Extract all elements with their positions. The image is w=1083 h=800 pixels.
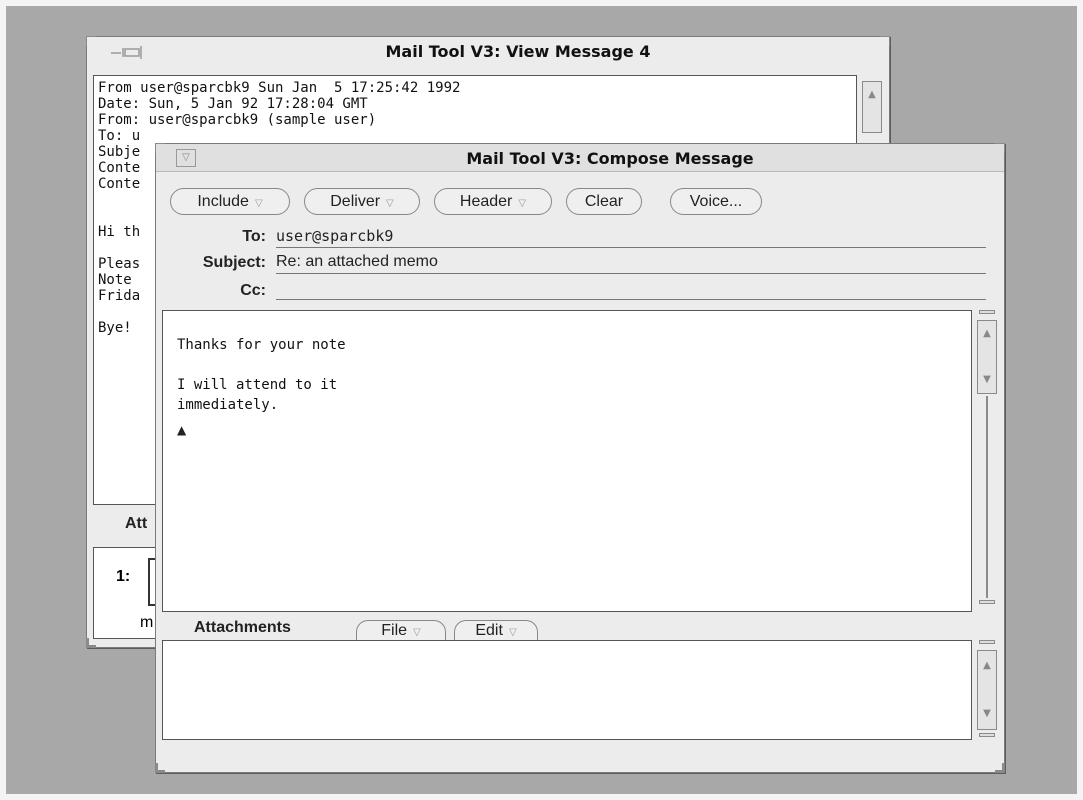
compose-message-window: ▽ Mail Tool V3: Compose Message Include ▽… (155, 143, 1005, 773)
scroll-cap-bottom[interactable] (979, 733, 995, 737)
header-label: Header (459, 193, 513, 210)
deliver-menu-button[interactable]: Deliver ▽ (304, 188, 420, 215)
view-attachments-pane[interactable]: 1: m (93, 547, 168, 639)
attachments-scrollbar[interactable]: ▲ ▼ (976, 640, 998, 740)
scroll-cap-top[interactable] (979, 310, 995, 314)
cc-label: Cc: (240, 282, 266, 299)
body-line: immediately. (177, 397, 279, 413)
attachment-caption: m (140, 614, 154, 631)
compose-titlebar[interactable]: ▽ Mail Tool V3: Compose Message (156, 144, 1004, 172)
window-menu-icon[interactable]: ▽ (176, 149, 196, 167)
menu-arrow-icon: ▽ (508, 627, 517, 638)
resize-corner-bl (86, 638, 96, 648)
attachment-index: 1: (116, 568, 131, 585)
scroll-up-arrow-icon[interactable]: ▲ (978, 323, 996, 345)
message-line: From user@sparcbk9 Sun Jan 5 17:25:42 19… (98, 80, 461, 96)
voice-button[interactable]: Voice... (670, 188, 762, 215)
compose-toolbar: Include ▽ Deliver ▽ Header ▽ Clear Voice... (170, 188, 990, 216)
edit-menu-button[interactable]: Edit ▽ (454, 620, 538, 642)
view-titlebar[interactable]: Mail Tool V3: View Message 4 (87, 37, 889, 65)
include-menu-button[interactable]: Include ▽ (170, 188, 290, 215)
view-attachments-label: Att (125, 515, 148, 532)
resize-corner-br (995, 763, 1005, 773)
compose-body-scrollbar[interactable]: ▲ ▼ (976, 310, 998, 612)
file-menu-button[interactable]: File ▽ (356, 620, 446, 642)
scroll-elevator[interactable]: ▲ (862, 81, 882, 133)
body-line: I will attend to it (177, 377, 338, 393)
scroll-down-arrow-icon[interactable]: ▼ (978, 369, 996, 391)
body-line (177, 355, 971, 375)
to-label: To: (242, 228, 266, 245)
menu-arrow-icon: ▽ (254, 198, 263, 209)
scroll-down-arrow-icon[interactable]: ▼ (978, 703, 996, 725)
insertion-caret-icon: ▲ (177, 423, 187, 437)
menu-arrow-icon: ▽ (413, 627, 421, 638)
scroll-cap-bottom[interactable] (979, 600, 995, 604)
attachments-label: Attachments (194, 619, 291, 636)
message-line: To: u (98, 128, 141, 144)
body-line: Thanks for your note (177, 337, 346, 353)
message-line: Date: Sun, 5 Jan 92 17:28:04 GMT (98, 96, 368, 112)
deliver-label: Deliver (330, 193, 381, 210)
cc-field[interactable] (276, 278, 986, 300)
scroll-elevator[interactable]: ▲ ▼ (977, 650, 997, 730)
clear-button[interactable]: Clear (566, 188, 642, 215)
to-field[interactable]: user@sparcbk9 (276, 226, 986, 248)
compose-attachments-pane[interactable] (162, 640, 972, 740)
menu-arrow-icon: ▽ (518, 198, 527, 209)
view-window-title: Mail Tool V3: View Message 4 (385, 42, 651, 61)
scroll-elevator[interactable]: ▲ ▼ (977, 320, 997, 394)
subject-label: Subject: (202, 254, 266, 271)
include-label: Include (197, 193, 249, 210)
scroll-track[interactable] (986, 396, 988, 598)
scroll-cap-top[interactable] (979, 640, 995, 644)
compose-body-pane[interactable]: Thanks for your note I will attend to it… (162, 310, 972, 612)
subject-field[interactable]: Re: an attached memo (276, 252, 986, 274)
edit-label: Edit (475, 622, 503, 639)
file-label: File (381, 622, 408, 639)
header-menu-button[interactable]: Header ▽ (434, 188, 552, 215)
resize-corner-bl (155, 763, 165, 773)
menu-arrow-icon: ▽ (386, 198, 394, 209)
message-line: From: user@sparcbk9 (sample user) (98, 112, 377, 128)
compose-window-title: Mail Tool V3: Compose Message (466, 149, 754, 168)
scroll-up-arrow-icon[interactable]: ▲ (863, 84, 881, 106)
scroll-up-arrow-icon[interactable]: ▲ (978, 655, 996, 677)
